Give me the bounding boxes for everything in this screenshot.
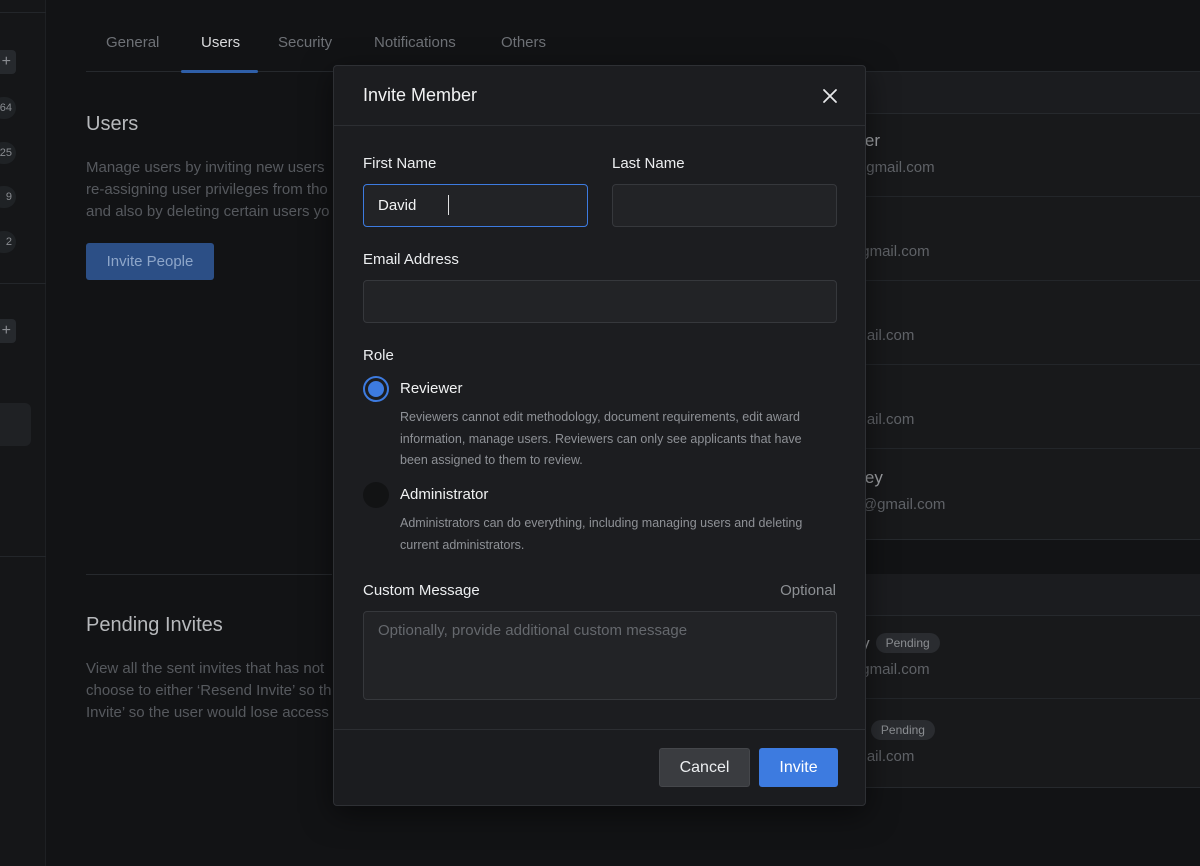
optional-label: Optional — [780, 582, 836, 599]
status-badge: Pending — [870, 720, 935, 740]
last-name-input[interactable] — [612, 184, 837, 227]
custom-message-label: Custom Message — [363, 582, 480, 599]
users-list-header — [846, 72, 1200, 113]
users-section-title: Users — [86, 113, 139, 135]
role-label: Role — [363, 347, 394, 364]
tab-general[interactable]: General — [106, 34, 159, 51]
dialog-title: Invite Member — [363, 85, 478, 105]
add-icon[interactable]: + — [0, 319, 16, 343]
table-row[interactable]: gmail.com — [846, 365, 1200, 449]
users-section-description: Manage users by inviting new users re-as… — [86, 159, 330, 220]
email-input[interactable] — [363, 280, 837, 323]
table-row[interactable]: er @gmail.com — [846, 197, 1200, 281]
table-row[interactable]: n gmail.com — [846, 281, 1200, 365]
reviewer-radio[interactable] — [363, 376, 389, 402]
pending-invites-description: View all the sent invites that has not c… — [86, 660, 332, 721]
sidebar-count: 25 — [0, 142, 16, 164]
tab-bar: General Users Security Notifications Oth… — [86, 0, 1200, 73]
tab-users[interactable]: Users — [201, 34, 240, 51]
sidebar: + 64 25 9 2 + — [0, 0, 46, 866]
add-icon[interactable]: + — [0, 50, 16, 74]
table-row[interactable]: nryPending @gmail.com — [846, 615, 1200, 699]
table-row[interactable]: nder r@gmail.com — [846, 113, 1200, 197]
section-divider — [86, 574, 332, 575]
administrator-option-description: Administrators can do everything, includ… — [400, 516, 803, 552]
sidebar-divider — [0, 12, 46, 13]
table-row[interactable]: nney ey@gmail.com — [846, 450, 1200, 534]
cancel-button[interactable]: Cancel — [659, 748, 750, 787]
dialog-header: Invite Member — [334, 66, 865, 126]
sidebar-count: 9 — [0, 186, 16, 208]
sidebar-selected-item[interactable] — [0, 403, 31, 446]
table-row[interactable]: onPending gmail.com — [846, 702, 1200, 786]
invite-button[interactable]: Invite — [759, 748, 838, 787]
reviewer-option-description: Reviewers cannot edit methodology, docum… — [400, 410, 802, 467]
last-name-label: Last Name — [612, 155, 685, 172]
status-badge: Pending — [875, 633, 940, 653]
first-name-input[interactable] — [363, 184, 588, 227]
dialog-footer: Cancel Invite — [334, 729, 865, 805]
sidebar-count: 2 — [0, 231, 16, 253]
first-name-field-wrap — [363, 184, 588, 227]
tab-security[interactable]: Security — [278, 34, 332, 51]
text-caret — [448, 195, 449, 215]
invite-member-dialog: Invite Member First Name Last Name Email… — [333, 65, 866, 806]
administrator-option-title: Administrator — [400, 486, 489, 503]
email-label: Email Address — [363, 251, 459, 268]
pending-list-header — [846, 574, 1200, 615]
first-name-label: First Name — [363, 155, 437, 172]
close-button[interactable] — [821, 87, 839, 105]
tab-others[interactable]: Others — [501, 34, 546, 51]
pending-invites-title: Pending Invites — [86, 614, 223, 636]
custom-message-input[interactable] — [363, 611, 837, 700]
administrator-radio[interactable] — [363, 482, 389, 508]
close-icon — [823, 89, 837, 103]
sidebar-divider — [0, 556, 46, 557]
sidebar-count: 64 — [0, 97, 16, 119]
invite-people-button[interactable]: Invite People — [86, 243, 214, 280]
sidebar-divider — [0, 283, 46, 284]
active-tab-indicator — [181, 70, 258, 73]
reviewer-option-title: Reviewer — [400, 380, 463, 397]
tab-notifications[interactable]: Notifications — [374, 34, 456, 51]
